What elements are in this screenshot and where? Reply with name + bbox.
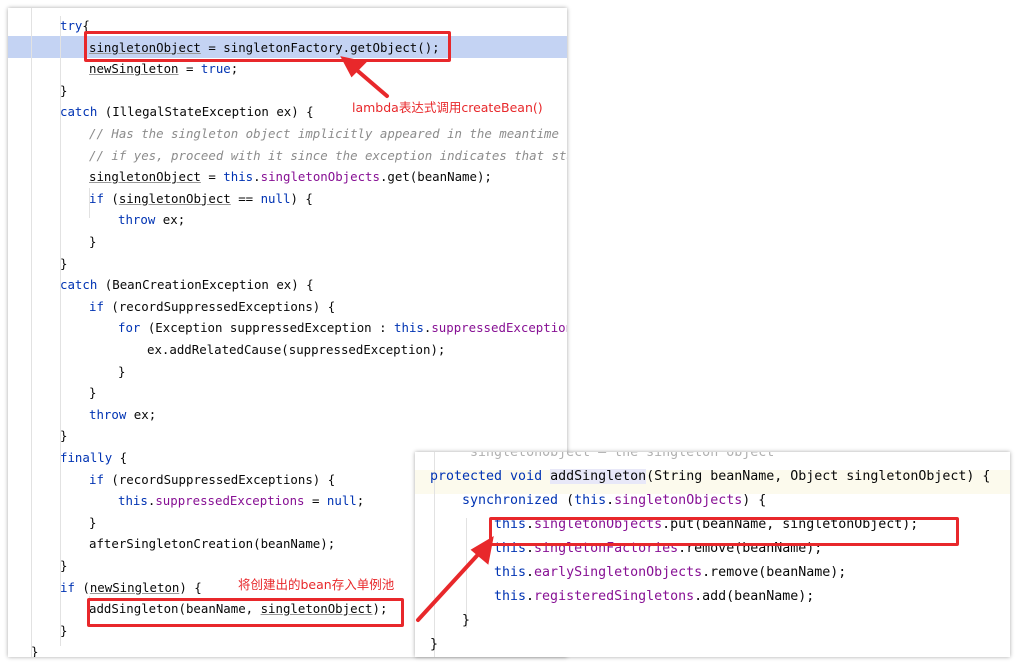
arrow-to-put-singleton	[416, 546, 486, 622]
lambda-annotation: lambda表达式调用createBean()	[352, 100, 543, 115]
singleton-pool-annotation: 将创建出的bean存入单例池	[238, 577, 395, 592]
